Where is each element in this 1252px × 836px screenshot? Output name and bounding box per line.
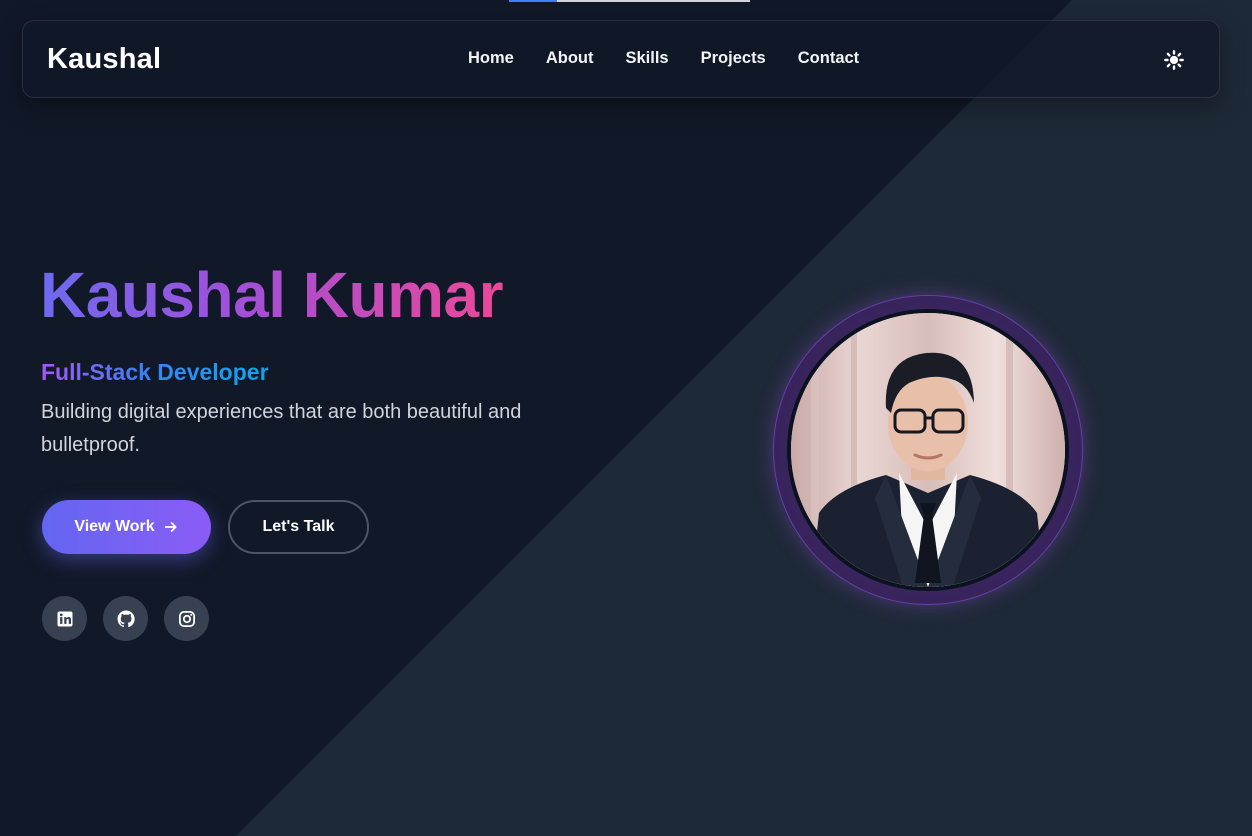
github-icon [117,610,135,627]
avatar [787,309,1069,591]
theme-toggle-button[interactable] [1161,47,1187,73]
nav-link-skills[interactable]: Skills [626,49,669,68]
avatar-ring [773,295,1083,605]
lets-talk-label: Let's Talk [262,518,335,535]
navbar: Kaushal Home About Skills Projects Conta… [22,20,1220,98]
view-work-label: View Work [74,518,155,535]
linkedin-icon [57,611,72,626]
nav-links: Home About Skills Projects Contact [468,49,891,68]
social-links [42,596,209,641]
hero-role: Full-Stack Developer [41,359,269,385]
github-link[interactable] [103,596,148,641]
lets-talk-button[interactable]: Let's Talk [228,500,369,554]
instagram-icon [178,610,195,627]
nav-link-about[interactable]: About [546,49,594,68]
hero-name: Kaushal Kumar [40,259,503,331]
hero-tagline: Building digital experiences that are bo… [41,401,522,456]
arrow-right-icon [164,522,177,532]
sun-icon [1164,50,1184,70]
profile-photo [791,313,1065,587]
view-work-button[interactable]: View Work [42,500,211,554]
nav-link-contact[interactable]: Contact [798,49,859,68]
instagram-link[interactable] [164,596,209,641]
nav-link-projects[interactable]: Projects [701,49,766,68]
nav-link-home[interactable]: Home [468,49,514,68]
brand-logo[interactable]: Kaushal [47,43,161,76]
scroll-progress-fill [509,0,558,2]
linkedin-link[interactable] [42,596,87,641]
scroll-progress-bar [509,0,750,2]
